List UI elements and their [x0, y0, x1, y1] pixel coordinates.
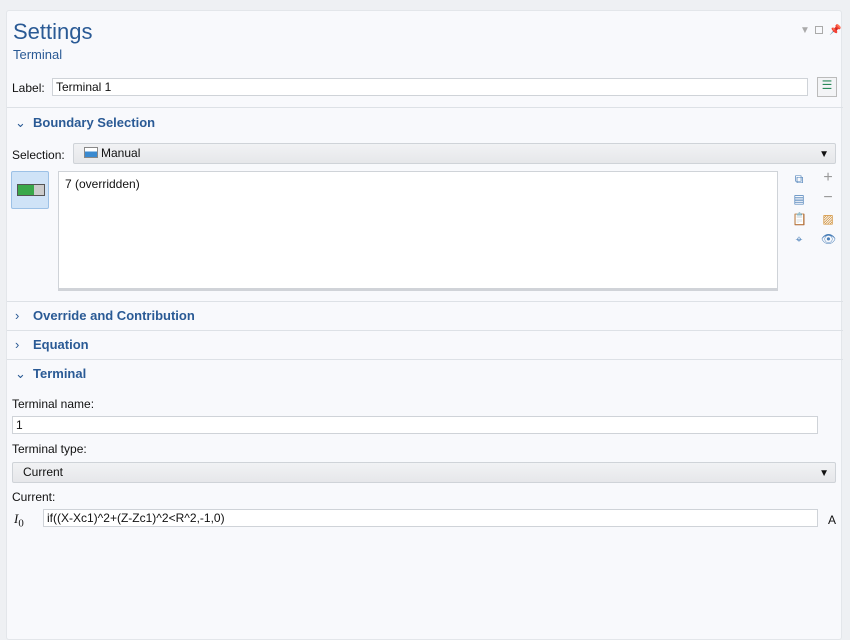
chevron-down-icon: ⌄: [15, 115, 33, 131]
section-equation[interactable]: ›Equation: [15, 337, 89, 352]
selection-list[interactable]: 7 (overridden): [58, 171, 778, 291]
current-unit: A: [828, 513, 836, 527]
selection-dropdown[interactable]: Manual ▼: [73, 143, 836, 164]
section-terminal[interactable]: ⌄Terminal: [15, 366, 86, 382]
active-toggle-button[interactable]: [11, 171, 49, 209]
terminal-name-input[interactable]: 1: [12, 416, 818, 434]
copy-selection-icon[interactable]: ⧉: [792, 172, 806, 186]
zoom-to-selection-icon[interactable]: ⌖: [792, 232, 806, 246]
current-caption: Current:: [12, 490, 55, 504]
panel-menu-icon[interactable]: ▼: [800, 25, 810, 36]
terminal-type-value: Current: [23, 465, 63, 479]
settings-panel: Settings Terminal ▼ 📌 Label: Terminal 1 …: [6, 10, 842, 640]
page-title: Settings: [13, 19, 93, 45]
section-title: Override and Contribution: [33, 308, 195, 323]
section-override-contribution[interactable]: ›Override and Contribution: [15, 308, 195, 323]
toggle-icon: [17, 184, 45, 196]
section-title: Equation: [33, 337, 89, 352]
chevron-down-icon: ⌄: [15, 366, 33, 382]
list-item[interactable]: 7 (overridden): [65, 177, 771, 191]
clear-selection-icon[interactable]: ▨: [821, 212, 835, 226]
paste-list-icon[interactable]: ▤: [792, 192, 806, 206]
manual-selection-icon: [84, 147, 98, 158]
terminal-name-caption: Terminal name:: [12, 397, 94, 411]
section-boundary-selection[interactable]: ⌄Boundary Selection: [15, 115, 155, 131]
label-caption: Label:: [12, 81, 45, 95]
show-selection-icon[interactable]: 👁: [821, 232, 835, 246]
dropdown-arrow-icon: ▼: [819, 466, 829, 481]
current-input[interactable]: if((X-Xc1)^2+(Z-Zc1)^2<R^2,-1,0): [43, 509, 818, 527]
current-symbol: I0: [14, 511, 24, 530]
remove-icon[interactable]: −: [821, 191, 835, 205]
symbol-subscript: 0: [18, 518, 23, 530]
maximize-icon[interactable]: [815, 26, 823, 34]
selection-caption: Selection:: [12, 148, 65, 162]
terminal-type-dropdown[interactable]: Current ▼: [12, 462, 836, 483]
pin-icon[interactable]: 📌: [829, 25, 841, 36]
page-subtitle: Terminal: [13, 47, 62, 62]
terminal-type-caption: Terminal type:: [12, 442, 87, 456]
label-notes-button[interactable]: ☰: [817, 77, 837, 97]
section-title: Boundary Selection: [33, 115, 155, 130]
add-icon[interactable]: +: [821, 171, 835, 185]
chevron-right-icon: ›: [15, 337, 33, 352]
section-title: Terminal: [33, 366, 86, 381]
label-input[interactable]: Terminal 1: [52, 78, 808, 96]
selection-value: Manual: [101, 146, 140, 160]
dropdown-arrow-icon: ▼: [819, 147, 829, 162]
clipboard-icon[interactable]: 📋: [792, 212, 806, 226]
chevron-right-icon: ›: [15, 308, 33, 323]
